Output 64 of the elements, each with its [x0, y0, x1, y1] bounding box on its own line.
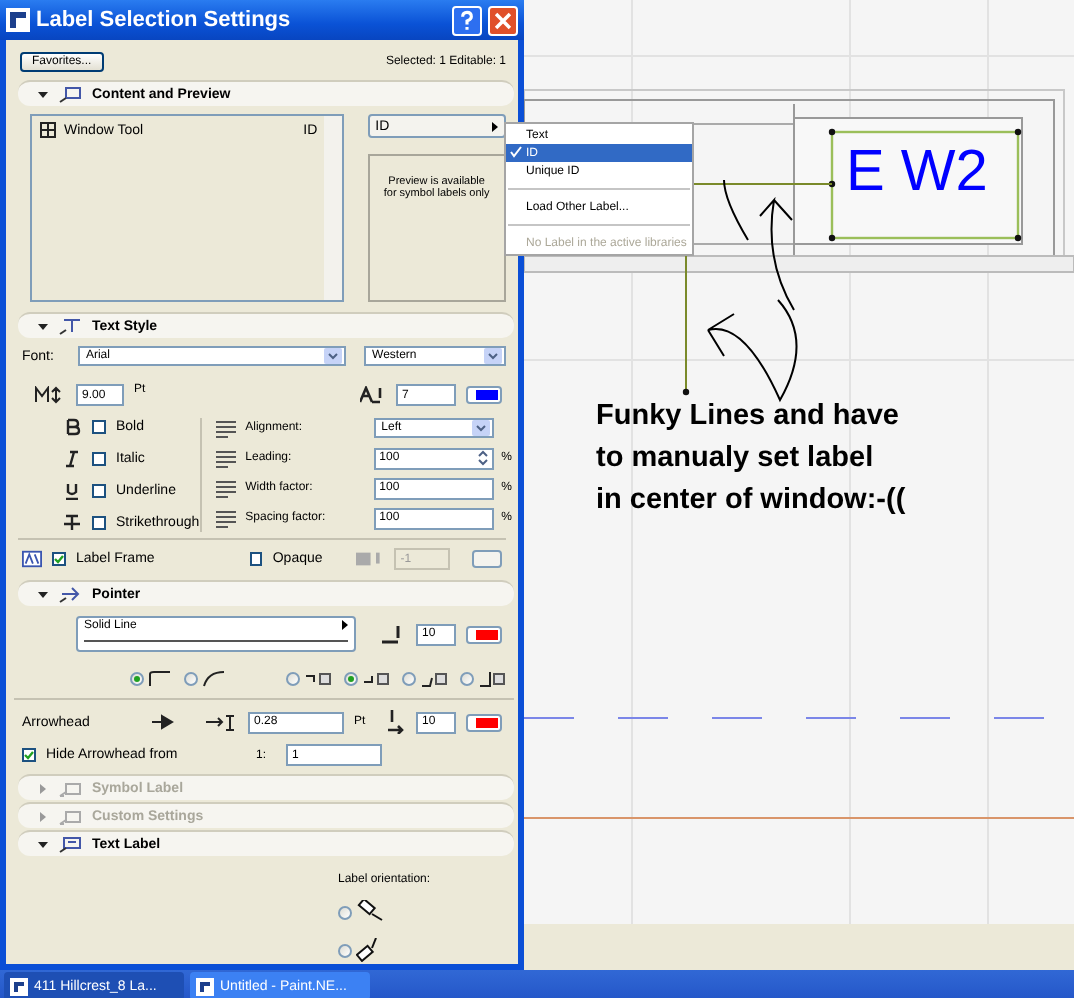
dropdown-arrow-icon[interactable]	[484, 348, 502, 364]
scrollbar[interactable]	[323, 116, 342, 300]
pen-icon	[386, 710, 406, 734]
fill-pen-icon	[355, 550, 385, 568]
arrow-size-icon	[206, 713, 238, 731]
frame-icon	[22, 550, 42, 568]
section-icon	[58, 585, 82, 603]
section-icon	[58, 85, 82, 103]
section-icon	[58, 317, 82, 335]
text-style-icon	[62, 482, 82, 500]
app-icon	[10, 977, 28, 995]
hand-drawn-arrow	[723, 179, 795, 311]
text-setting-icon	[213, 479, 238, 497]
pointer-attach-icon	[478, 670, 506, 688]
section-icon	[58, 835, 82, 853]
window-icon	[40, 122, 56, 138]
text-setting-icon	[213, 509, 238, 527]
section-icon	[58, 779, 82, 797]
label-text: E W2	[846, 140, 988, 204]
text-size-icon	[34, 386, 66, 404]
app-icon	[196, 977, 214, 995]
radio-button[interactable]	[460, 672, 474, 686]
checkbox[interactable]	[249, 552, 263, 566]
text-setting-icon	[213, 449, 238, 467]
radio-button[interactable]	[286, 672, 300, 686]
pointer-attach-icon	[362, 670, 390, 688]
section-icon	[58, 807, 82, 825]
window-title: Label Selection Settings	[36, 8, 293, 32]
radio-button[interactable]	[130, 672, 144, 686]
spinner-arrows-icon[interactable]	[477, 450, 488, 466]
color-swatch[interactable]	[466, 713, 502, 731]
checkbox[interactable]	[52, 552, 66, 566]
radio-button[interactable]	[338, 905, 352, 919]
text-setting-icon	[213, 419, 238, 437]
checkbox[interactable]	[92, 420, 106, 434]
submenu-arrow-icon	[342, 620, 348, 630]
text-style-icon	[62, 514, 82, 532]
radio-button[interactable]	[344, 672, 358, 686]
submenu-arrow-icon	[492, 121, 498, 131]
close-icon[interactable]	[488, 5, 518, 35]
checkbox[interactable]	[92, 452, 106, 466]
arrowhead-icon	[152, 713, 176, 731]
radio-button[interactable]	[338, 943, 352, 957]
text-style-icon	[62, 418, 82, 436]
pen-icon	[382, 625, 406, 643]
checkbox[interactable]	[22, 748, 36, 762]
help-icon[interactable]	[452, 5, 482, 35]
checkbox[interactable]	[92, 484, 106, 498]
check-icon	[510, 146, 522, 158]
pen-icon	[360, 386, 386, 404]
hand-drawn-arrow	[707, 299, 798, 401]
pointer-attach-icon	[304, 670, 332, 688]
checkbox[interactable]	[92, 516, 106, 530]
app-icon	[6, 8, 30, 32]
color-swatch[interactable]	[466, 625, 502, 643]
dropdown-arrow-icon[interactable]	[324, 348, 343, 364]
label-orientation-icon	[356, 900, 384, 924]
radio-button[interactable]	[184, 672, 198, 686]
text-style-icon	[62, 450, 82, 468]
color-swatch[interactable]	[466, 386, 502, 404]
annotation-text: Funky Lines and have to manualy set label in center of window:-((	[596, 398, 906, 520]
pointer-attach-icon	[420, 670, 448, 688]
dropdown-arrow-icon[interactable]	[471, 420, 490, 436]
radio-button[interactable]	[402, 672, 416, 686]
